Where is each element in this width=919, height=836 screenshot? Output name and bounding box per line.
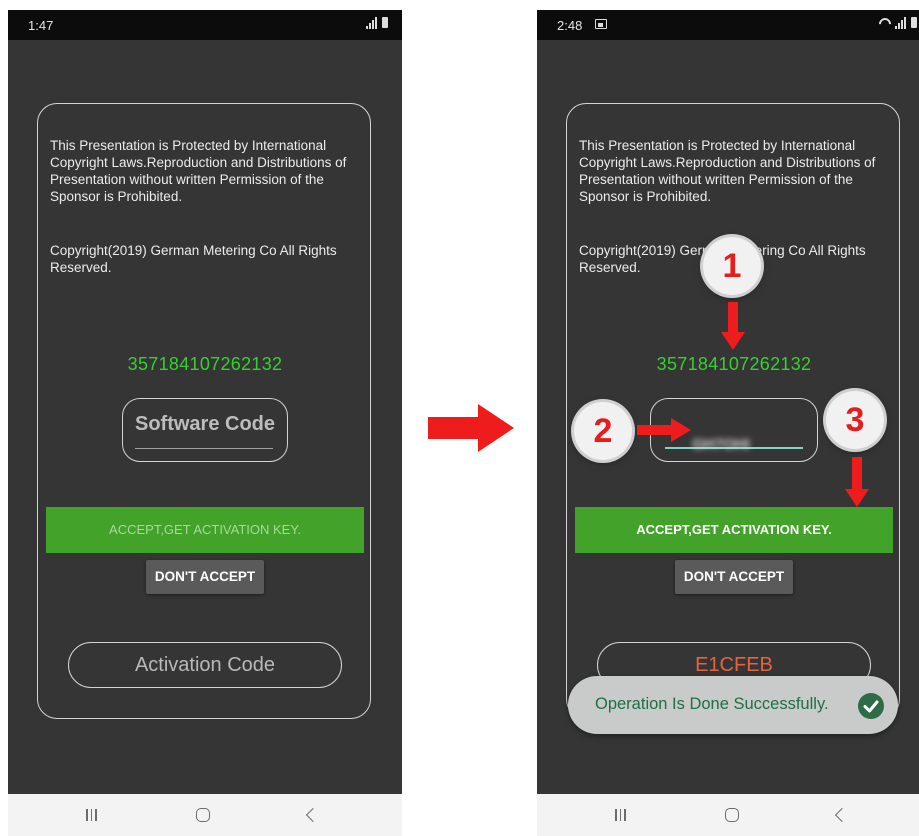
down-arrow-icon (845, 457, 869, 507)
dont-accept-button[interactable]: DON'T ACCEPT (146, 560, 264, 594)
status-bar: 2:48 (537, 10, 919, 40)
home-icon[interactable] (196, 808, 210, 822)
status-time: 2:48 (557, 18, 583, 33)
software-code-placeholder: Software Code (134, 413, 276, 435)
navigation-bar (537, 794, 919, 836)
success-toast: Operation Is Done Successfully. (568, 676, 898, 734)
copyright-notice: This Presentation is Protected by Intern… (50, 138, 347, 204)
signal-icon (366, 17, 378, 29)
status-icons (366, 17, 388, 29)
right-arrow-icon (428, 404, 514, 452)
step-3-marker: 3 (826, 391, 884, 449)
recents-icon[interactable] (86, 809, 97, 821)
dont-accept-button[interactable]: DON'T ACCEPT (675, 560, 793, 594)
recents-icon[interactable] (615, 809, 626, 821)
device-id: 357184107262132 (656, 354, 812, 374)
battery-icon (911, 17, 917, 28)
toast-message: Operation Is Done Successfully. (595, 695, 829, 713)
accept-activation-button[interactable]: ACCEPT,GET ACTIVATION KEY. (46, 507, 364, 553)
right-arrow-icon (637, 418, 691, 442)
battery-icon (382, 17, 388, 28)
device-id: 357184107262132 (127, 354, 283, 374)
wifi-icon (879, 18, 891, 28)
activation-code-field[interactable]: Activation Code (68, 642, 342, 688)
status-bar: 1:47 (8, 10, 402, 40)
step-1-marker: 1 (703, 237, 761, 295)
navigation-bar (8, 794, 402, 836)
accept-activation-button[interactable]: ACCEPT,GET ACTIVATION KEY. (575, 507, 893, 553)
status-icons (879, 17, 917, 29)
software-code-input[interactable]: Software Code (122, 398, 288, 462)
signal-icon (895, 17, 907, 29)
input-underline (135, 448, 273, 449)
phone-screen-before: 1:47 This Presentation is Protected by I… (8, 10, 402, 836)
image-notification-icon (595, 19, 607, 29)
home-icon[interactable] (725, 808, 739, 822)
step-2-marker: 2 (574, 402, 632, 460)
copyright-line: Copyright(2019) German Metering Co All R… (50, 243, 337, 275)
back-icon[interactable] (834, 807, 850, 823)
check-icon (858, 693, 884, 719)
down-arrow-icon (721, 302, 745, 350)
status-time: 1:47 (28, 18, 54, 33)
back-icon[interactable] (305, 807, 321, 823)
copyright-notice: This Presentation is Protected by Intern… (579, 138, 876, 204)
